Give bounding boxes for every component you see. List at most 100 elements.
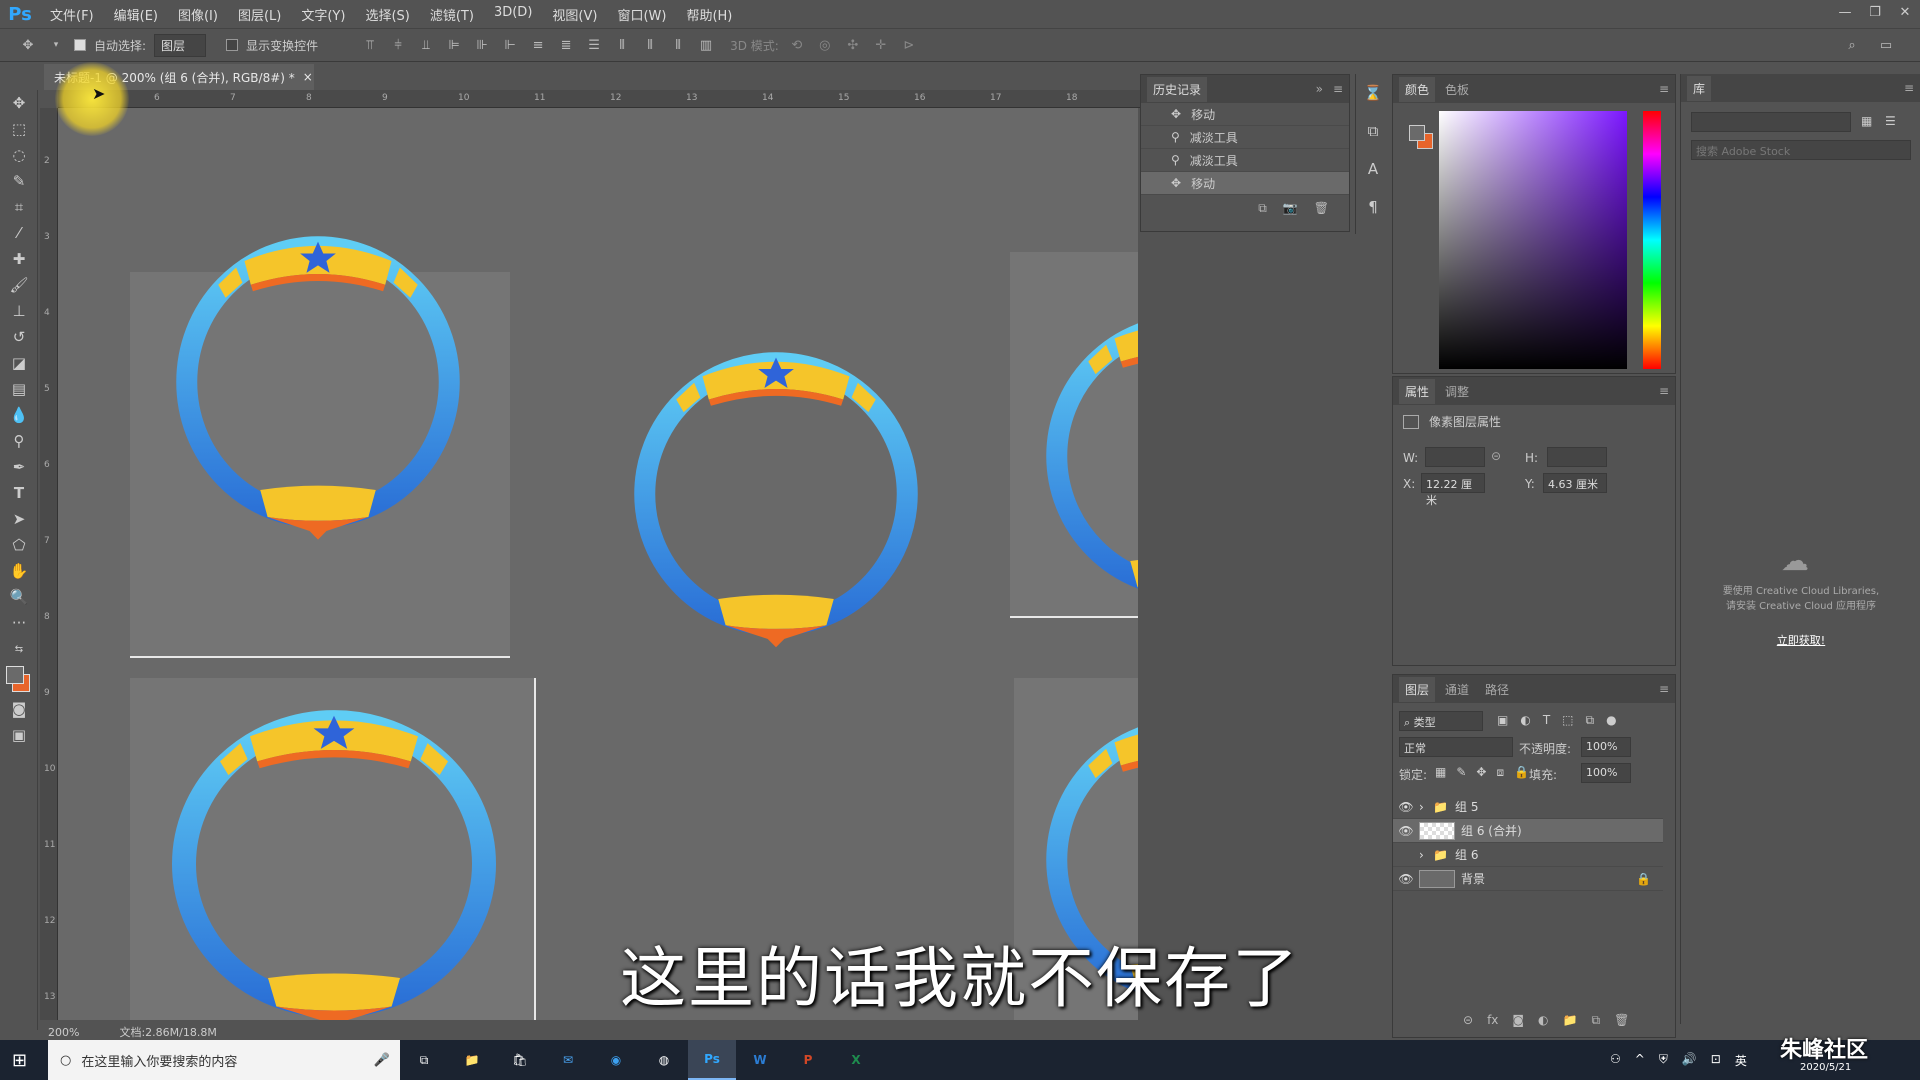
add-mask-icon[interactable]: ◙ (1512, 1013, 1524, 1028)
menu-item[interactable]: 窗口(W) (607, 5, 676, 24)
layer-row[interactable]: 👁 组 6 (合并) (1393, 819, 1663, 843)
panel-menu-icon[interactable]: ≡ (1659, 384, 1669, 398)
eye-icon[interactable]: 👁 (1393, 824, 1419, 838)
healing-brush-tool-icon[interactable]: ✚ (0, 246, 38, 272)
menu-item[interactable]: 图层(L) (228, 5, 291, 24)
delete-icon[interactable]: 🗑 (1314, 201, 1329, 216)
marquee-tool-icon[interactable]: ⬚ (0, 116, 38, 142)
library-select[interactable] (1691, 112, 1851, 132)
distribute-top-icon[interactable]: ≡ (528, 35, 548, 55)
blur-tool-icon[interactable]: 💧 (0, 402, 38, 428)
color-panel-swatches[interactable] (1409, 125, 1433, 149)
quick-mask-icon[interactable]: ◙ (0, 696, 38, 722)
photoshop-taskbar-icon[interactable]: Ps (688, 1040, 736, 1080)
store-icon[interactable]: 🛍 (496, 1040, 544, 1080)
3d-roll-icon[interactable]: ◎ (815, 35, 835, 55)
distribute-bottom-icon[interactable]: ☰ (584, 35, 604, 55)
security-icon[interactable]: ⛨ (1659, 1052, 1668, 1069)
3d-rotate-icon[interactable]: ⟲ (787, 35, 807, 55)
chevron-right-icon[interactable]: › (1419, 800, 1433, 814)
height-field[interactable] (1547, 447, 1607, 467)
hand-tool-icon[interactable]: ✋ (0, 558, 38, 584)
mail-icon[interactable]: ✉ (544, 1040, 592, 1080)
restore-icon[interactable]: ❐ (1860, 0, 1890, 24)
auto-select-checkbox[interactable] (74, 39, 86, 51)
menu-item[interactable]: 帮助(H) (676, 5, 742, 24)
distribute-hcenter-icon[interactable]: ⦀ (640, 35, 660, 55)
auto-align-icon[interactable]: ▥ (696, 35, 716, 55)
quick-select-tool-icon[interactable]: ✎ (0, 168, 38, 194)
tab-paths[interactable]: 路径 (1479, 677, 1515, 702)
panel-menu-icon[interactable]: ≡ (1333, 82, 1343, 96)
align-bottom-icon[interactable]: ⫫ (416, 35, 436, 55)
foreground-color-swatch[interactable] (1409, 125, 1425, 141)
tab-properties[interactable]: 属性 (1399, 378, 1436, 404)
distribute-vcenter-icon[interactable]: ≣ (556, 35, 576, 55)
align-right-icon[interactable]: ⊩ (500, 35, 520, 55)
align-top-icon[interactable]: ⫪ (360, 35, 380, 55)
show-transform-checkbox[interactable] (226, 39, 239, 51)
distribute-right-icon[interactable]: ⦀ (668, 35, 688, 55)
pen-tool-icon[interactable]: ✒ (0, 454, 38, 480)
word-icon[interactable]: W (736, 1040, 784, 1080)
menu-item[interactable]: 文字(Y) (291, 5, 355, 24)
path-select-tool-icon[interactable]: ➤ (0, 506, 38, 532)
history-item[interactable]: ⚲ 减淡工具 (1141, 126, 1349, 149)
tab-channels[interactable]: 通道 (1439, 677, 1475, 702)
menu-item[interactable]: 视图(V) (542, 5, 607, 24)
move-tool-icon[interactable]: ✥ (18, 35, 38, 55)
menu-item[interactable]: 图像(I) (168, 5, 228, 24)
align-left-icon[interactable]: ⊫ (444, 35, 464, 55)
hue-slider[interactable] (1643, 111, 1661, 369)
layer-row[interactable]: › 📁 组 6 (1393, 843, 1663, 867)
filter-smart-object-icon[interactable]: ⧉ (1586, 713, 1595, 728)
align-hcenter-icon[interactable]: ⊪ (472, 35, 492, 55)
foreground-color-swatch[interactable] (6, 666, 24, 684)
chevron-right-icon[interactable]: › (1419, 848, 1433, 862)
zoom-tool-icon[interactable]: 🔍 (0, 584, 38, 610)
microphone-icon[interactable]: 🎤 (374, 1053, 390, 1068)
menu-item[interactable]: 选择(S) (355, 5, 419, 24)
close-icon[interactable]: ✕ (1890, 0, 1920, 24)
volume-icon[interactable]: 🔊 (1682, 1052, 1697, 1069)
workspace-icon[interactable]: ▭ (1876, 35, 1896, 55)
align-vcenter-icon[interactable]: ⫩ (388, 35, 408, 55)
excel-icon[interactable]: X (832, 1040, 880, 1080)
list-view-icon[interactable]: ☰ (1885, 114, 1896, 128)
new-document-from-state-icon[interactable]: ⧉ (1258, 201, 1267, 216)
taskbar-search[interactable]: ○ 在这里输入你要搜索的内容 🎤 (48, 1040, 400, 1080)
shape-tool-icon[interactable]: ⬠ (0, 532, 38, 558)
panel-menu-icon[interactable]: ≡ (1904, 81, 1914, 95)
adjustment-layer-icon[interactable]: ◐ (1538, 1013, 1548, 1028)
search-icon[interactable]: ⌕ (1842, 35, 1862, 55)
width-field[interactable] (1425, 447, 1485, 467)
powerpoint-icon[interactable]: P (784, 1040, 832, 1080)
crop-tool-icon[interactable]: ⌗ (0, 194, 38, 220)
chevron-down-icon[interactable]: ▾ (46, 35, 66, 55)
brush-tool-icon[interactable]: 🖌 (0, 272, 38, 298)
new-layer-icon[interactable]: ⧉ (1591, 1013, 1600, 1028)
panel-menu-icon[interactable]: ≡ (1659, 82, 1669, 96)
tab-adjustments[interactable]: 调整 (1439, 379, 1475, 404)
history-panel-icon[interactable]: ⌛ (1356, 74, 1390, 112)
history-item[interactable]: ⚲ 减淡工具 (1141, 149, 1349, 172)
filter-type-icon[interactable]: T (1543, 713, 1550, 728)
lock-position-icon[interactable]: ✥ (1476, 765, 1486, 780)
tab-layers[interactable]: 图层 (1399, 676, 1436, 702)
fx-icon[interactable]: fx (1487, 1013, 1498, 1028)
tab-history[interactable]: 历史记录 (1147, 76, 1208, 102)
people-icon[interactable]: ⚇ (1610, 1052, 1621, 1069)
menu-item[interactable]: 编辑(E) (104, 5, 168, 24)
panel-menu-icon[interactable]: ≡ (1659, 682, 1669, 696)
more-tools-icon[interactable]: ··· (0, 610, 38, 636)
auto-select-dropdown[interactable]: 图层 (154, 33, 207, 57)
menu-item[interactable]: 3D(D) (484, 5, 542, 24)
task-view-icon[interactable]: ⧉ (400, 1040, 448, 1080)
fill-field[interactable]: 100% (1581, 763, 1631, 783)
eye-icon[interactable]: 👁 (1393, 800, 1419, 814)
3d-drag-icon[interactable]: ✣ (843, 35, 863, 55)
tab-libraries[interactable]: 库 (1687, 75, 1712, 101)
eraser-tool-icon[interactable]: ◪ (0, 350, 38, 376)
color-field[interactable] (1439, 111, 1627, 369)
menu-item[interactable]: 文件(F) (40, 5, 104, 24)
